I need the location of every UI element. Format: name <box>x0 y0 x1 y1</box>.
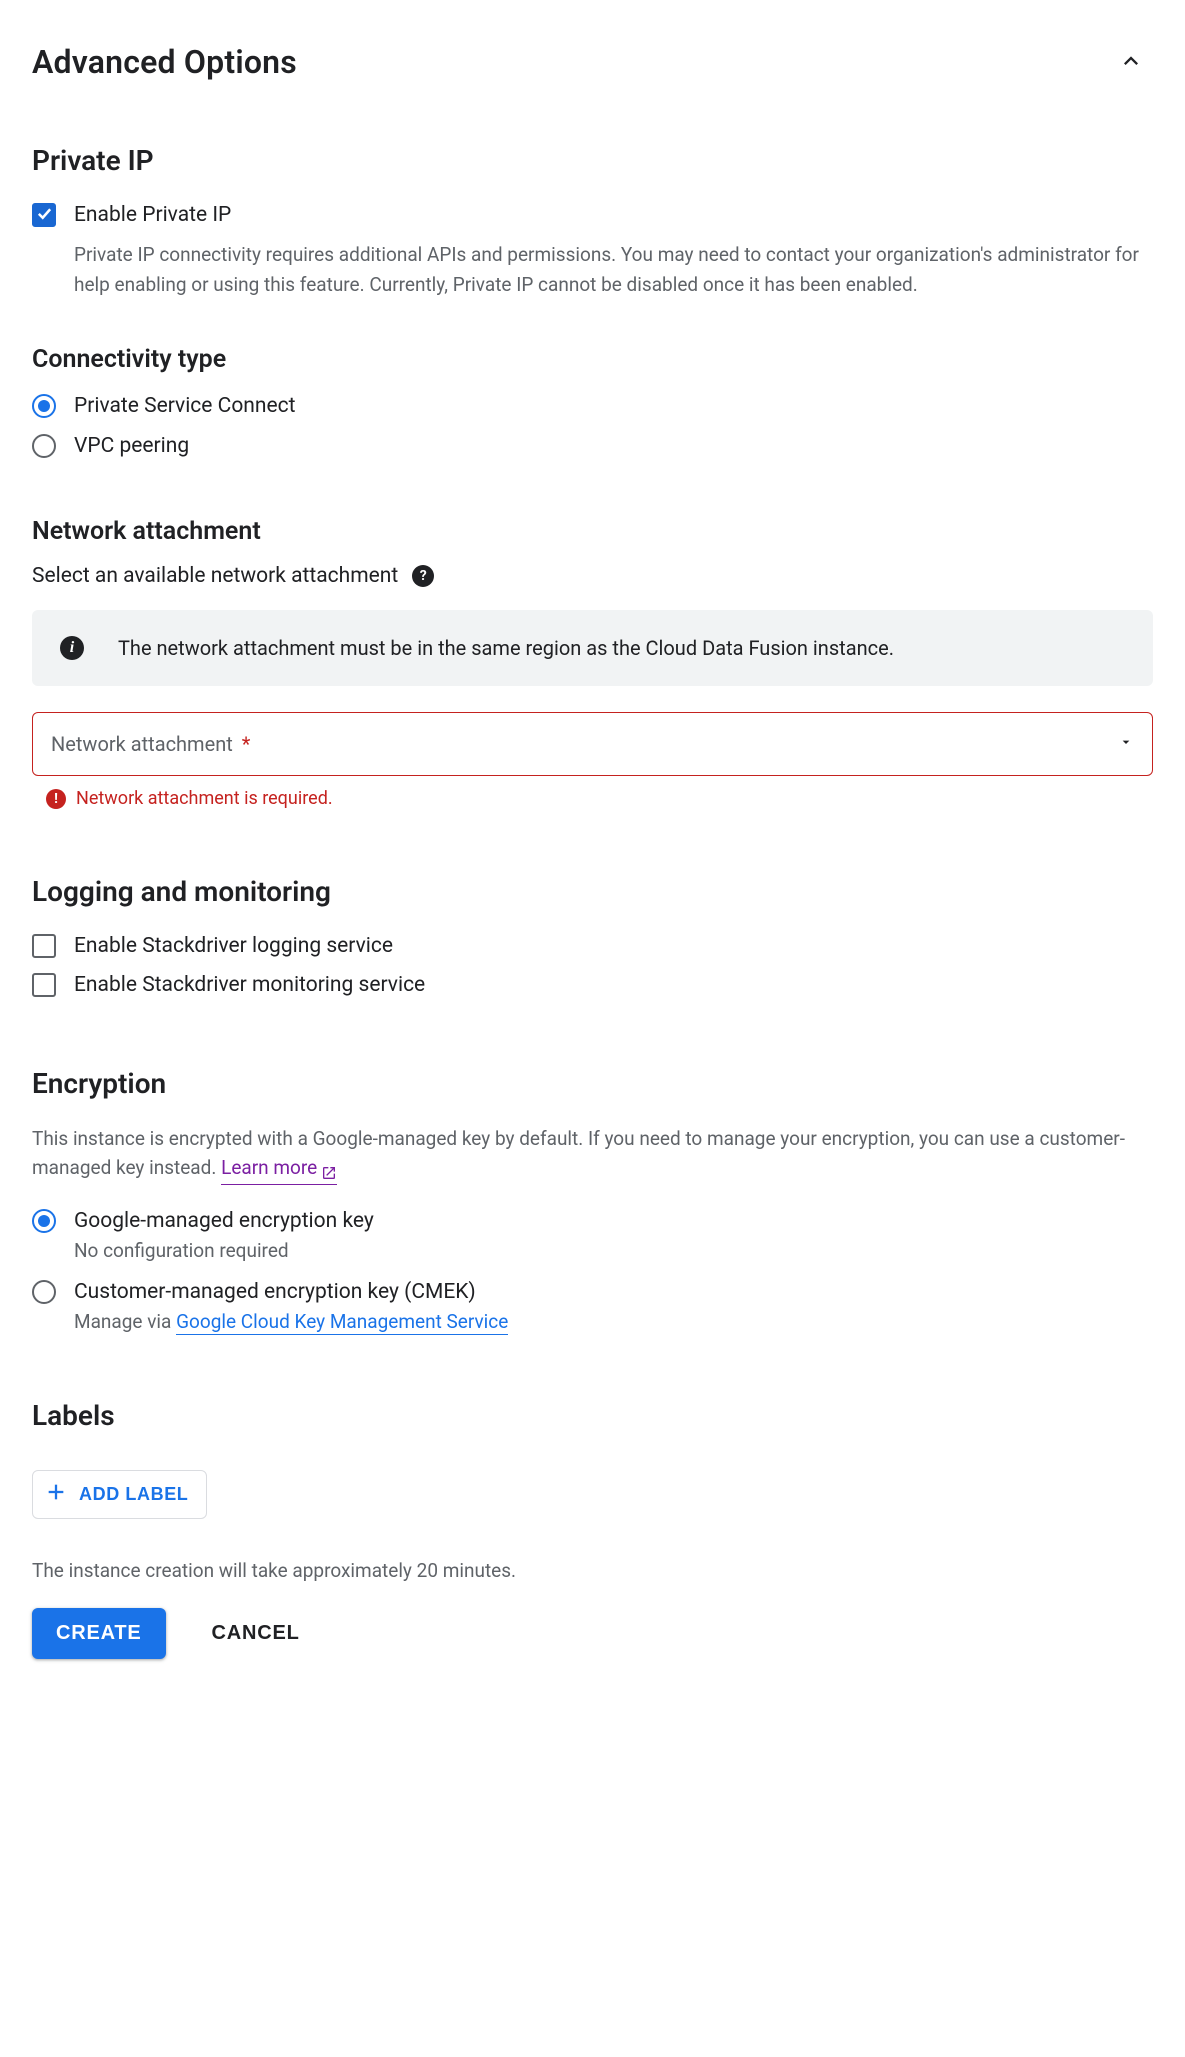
network-attachment-select-label: Network attachment <box>51 732 233 756</box>
external-link-icon <box>321 1160 337 1176</box>
enable-stackdriver-monitoring-checkbox[interactable] <box>32 973 56 997</box>
cancel-button[interactable]: CANCEL <box>206 1608 306 1659</box>
encryption-learn-more-link[interactable]: Learn more <box>221 1153 337 1184</box>
network-attachment-heading: Network attachment <box>32 517 1153 546</box>
labels-heading: Labels <box>32 1399 1153 1432</box>
encryption-cmek-radio[interactable] <box>32 1280 56 1304</box>
network-attachment-error: ! Network attachment is required. <box>46 788 1153 809</box>
enable-private-ip-checkbox[interactable] <box>32 203 56 227</box>
network-attachment-info-text: The network attachment must be in the sa… <box>118 632 894 664</box>
error-icon: ! <box>46 789 66 809</box>
advanced-options-header[interactable]: Advanced Options <box>32 40 1153 84</box>
connectivity-type-heading: Connectivity type <box>32 345 1153 374</box>
kms-link[interactable]: Google Cloud Key Management Service <box>176 1310 508 1335</box>
network-attachment-info-banner: i The network attachment must be in the … <box>32 610 1153 686</box>
connectivity-vpc-peering-radio[interactable] <box>32 434 56 458</box>
network-attachment-prompt: Select an available network attachment <box>32 564 398 588</box>
encryption-cmek-sub: Manage via Google Cloud Key Management S… <box>74 1310 508 1333</box>
plus-icon <box>45 1481 67 1508</box>
connectivity-private-service-connect-label: Private Service Connect <box>74 392 295 421</box>
info-icon: i <box>60 636 84 660</box>
encryption-heading: Encryption <box>32 1067 1153 1100</box>
network-attachment-error-text: Network attachment is required. <box>76 788 333 809</box>
encryption-google-managed-sub: No configuration required <box>74 1239 374 1262</box>
encryption-google-managed-radio[interactable] <box>32 1209 56 1233</box>
add-label-button[interactable]: ADD LABEL <box>32 1470 207 1519</box>
connectivity-private-service-connect-radio[interactable] <box>32 394 56 418</box>
chevron-up-icon <box>1117 47 1145 78</box>
network-attachment-select[interactable]: Network attachment * <box>32 712 1153 776</box>
check-icon <box>36 205 53 226</box>
encryption-description: This instance is encrypted with a Google… <box>32 1124 1153 1185</box>
required-mark: * <box>242 732 251 756</box>
connectivity-vpc-peering-label: VPC peering <box>74 432 189 461</box>
encryption-google-managed-label: Google-managed encryption key <box>74 1207 374 1236</box>
advanced-options-title: Advanced Options <box>32 43 297 81</box>
creation-time-note: The instance creation will take approxim… <box>32 1559 1153 1582</box>
encryption-cmek-label: Customer-managed encryption key (CMEK) <box>74 1278 508 1307</box>
enable-stackdriver-monitoring-label: Enable Stackdriver monitoring service <box>74 971 425 1000</box>
enable-stackdriver-logging-checkbox[interactable] <box>32 934 56 958</box>
enable-private-ip-label: Enable Private IP <box>74 201 231 230</box>
collapse-advanced-options-button[interactable] <box>1109 40 1153 84</box>
create-button[interactable]: CREATE <box>32 1608 166 1659</box>
private-ip-description: Private IP connectivity requires additio… <box>74 240 1153 299</box>
help-icon[interactable]: ? <box>412 565 434 587</box>
enable-stackdriver-logging-label: Enable Stackdriver logging service <box>74 932 393 961</box>
private-ip-heading: Private IP <box>32 144 1153 177</box>
dropdown-arrow-icon <box>1118 734 1134 754</box>
logging-heading: Logging and monitoring <box>32 875 1153 908</box>
